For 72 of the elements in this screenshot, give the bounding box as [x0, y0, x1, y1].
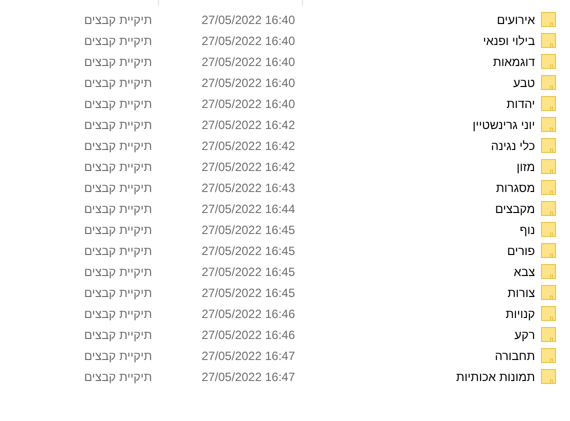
- folder-name[interactable]: אירועים: [496, 12, 535, 26]
- folder-icon: [541, 159, 556, 174]
- date-modified: 27/05/2022 16:45: [202, 222, 295, 236]
- date-modified: 27/05/2022 16:40: [202, 96, 295, 110]
- item-type: תיקיית קבצים: [84, 348, 152, 362]
- date-modified: 27/05/2022 16:42: [202, 138, 295, 152]
- date-modified: 27/05/2022 16:44: [202, 202, 295, 216]
- folder-icon: [541, 222, 556, 237]
- date-modified: 27/05/2022 16:40: [202, 34, 295, 48]
- folder-name[interactable]: מזון: [516, 160, 535, 174]
- folder-icon: [541, 348, 556, 363]
- folder-icon: [541, 327, 556, 342]
- folder-name[interactable]: בילוי ופנאי: [483, 34, 535, 48]
- item-type: תיקיית קבצים: [84, 180, 152, 194]
- folder-name[interactable]: נוף: [520, 222, 535, 236]
- folder-icon: [541, 75, 556, 90]
- folder-name[interactable]: רקע: [514, 328, 535, 342]
- folder-name[interactable]: קנויות: [506, 306, 535, 320]
- folder-name[interactable]: פורים: [507, 244, 535, 258]
- folder-icon: [541, 138, 556, 153]
- folder-name[interactable]: מסגרות: [496, 180, 535, 194]
- date-modified: 27/05/2022 16:43: [202, 180, 295, 194]
- folder-name[interactable]: צבא: [514, 264, 535, 278]
- item-type: תיקיית קבצים: [84, 12, 152, 26]
- date-modified: 27/05/2022 16:40: [202, 12, 295, 26]
- date-modified: 27/05/2022 16:46: [202, 306, 295, 320]
- folder-name[interactable]: תמונות אכותיות: [456, 370, 535, 384]
- date-modified: 27/05/2022 16:42: [202, 118, 295, 132]
- item-type: תיקיית קבצים: [84, 222, 152, 236]
- folder-icon: [541, 306, 556, 321]
- item-type: תיקיית קבצים: [84, 306, 152, 320]
- folder-name[interactable]: יוני גרינשטיין: [472, 118, 535, 132]
- folder-icon: [541, 12, 556, 27]
- item-type: תיקיית קבצים: [84, 34, 152, 48]
- folder-icon: [541, 180, 556, 195]
- item-type: תיקיית קבצים: [84, 244, 152, 258]
- folder-name[interactable]: צורות: [508, 286, 535, 300]
- folder-icon: [541, 285, 556, 300]
- date-modified: 27/05/2022 16:45: [202, 264, 295, 278]
- item-type: תיקיית קבצים: [84, 202, 152, 216]
- folder-name[interactable]: יהדות: [506, 96, 535, 110]
- item-type: תיקיית קבצים: [84, 328, 152, 342]
- folder-icon: [541, 243, 556, 258]
- date-modified: 27/05/2022 16:42: [202, 160, 295, 174]
- folder-icon: [541, 264, 556, 279]
- item-type: תיקיית קבצים: [84, 138, 152, 152]
- folder-icon: [541, 201, 556, 216]
- item-type: תיקיית קבצים: [84, 118, 152, 132]
- date-modified: 27/05/2022 16:47: [202, 348, 295, 362]
- folder-icon: [541, 96, 556, 111]
- folder-name[interactable]: טבע: [513, 76, 535, 90]
- item-type: תיקיית קבצים: [84, 286, 152, 300]
- date-modified: 27/05/2022 16:40: [202, 76, 295, 90]
- folder-icon: [541, 54, 556, 69]
- item-type: תיקיית קבצים: [84, 370, 152, 384]
- item-type: תיקיית קבצים: [84, 264, 152, 278]
- folder-icon: [541, 33, 556, 48]
- date-modified: 27/05/2022 16:45: [202, 244, 295, 258]
- folder-name[interactable]: כלי נגינה: [490, 138, 535, 152]
- folder-name[interactable]: דוגמאות: [492, 54, 535, 68]
- folder-icon: [541, 369, 556, 384]
- date-modified: 27/05/2022 16:46: [202, 328, 295, 342]
- date-modified: 27/05/2022 16:40: [202, 54, 295, 68]
- item-type: תיקיית קבצים: [84, 54, 152, 68]
- item-type: תיקיית קבצים: [84, 96, 152, 110]
- folder-icon: [541, 117, 556, 132]
- folder-name[interactable]: מקבצים: [495, 202, 535, 216]
- date-modified: 27/05/2022 16:47: [202, 370, 295, 384]
- folder-name[interactable]: תחבורה: [494, 348, 535, 362]
- item-type: תיקיית קבצים: [84, 160, 152, 174]
- date-modified: 27/05/2022 16:45: [202, 286, 295, 300]
- item-type: תיקיית קבצים: [84, 76, 152, 90]
